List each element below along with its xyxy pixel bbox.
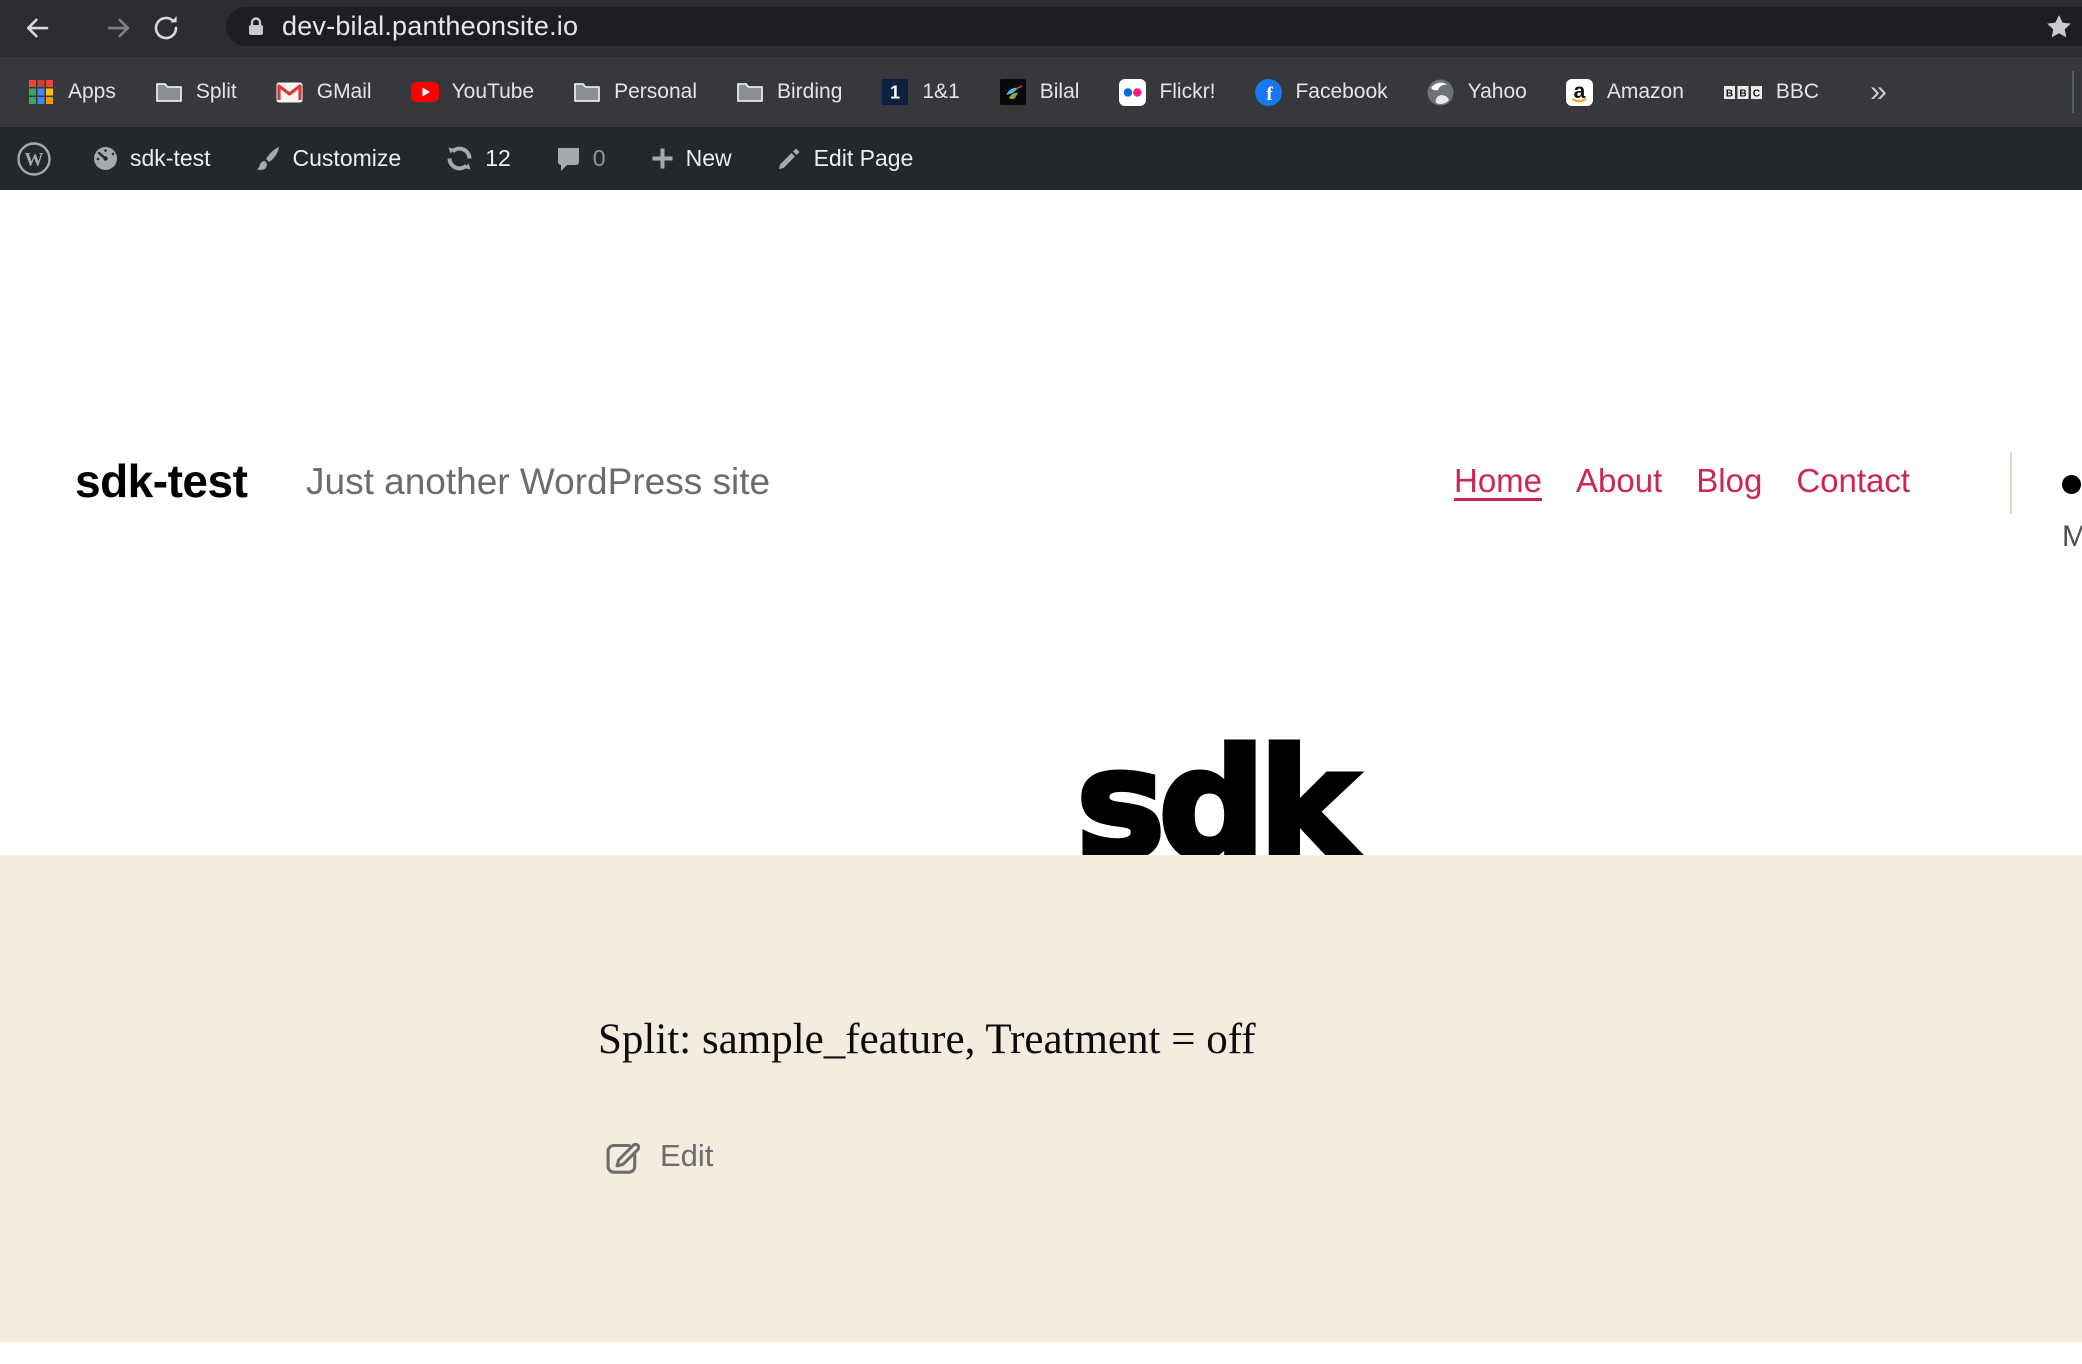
bookmarks-bar: Apps Split GMail YouTube Personal Birdin… bbox=[0, 57, 2082, 127]
plus-icon bbox=[650, 146, 675, 171]
admin-edit-page[interactable]: Edit Page bbox=[776, 145, 914, 172]
site-tagline: Just another WordPress site bbox=[306, 461, 770, 503]
bookmark-label: BBC bbox=[1776, 80, 1819, 104]
flickr-icon bbox=[1118, 78, 1146, 106]
bookmark-apps[interactable]: Apps bbox=[27, 78, 116, 106]
browser-toolbar: dev-bilal.pantheonsite.io bbox=[0, 0, 2082, 57]
site-title[interactable]: sdk-test bbox=[75, 454, 247, 508]
bookmark-label: 1&1 bbox=[922, 80, 959, 104]
admin-customize-label: Customize bbox=[293, 145, 402, 172]
hummingbird-icon bbox=[999, 78, 1027, 106]
bookmark-label: Split bbox=[196, 80, 237, 104]
youtube-icon bbox=[411, 78, 439, 106]
admin-site-name[interactable]: sdk-test bbox=[92, 145, 211, 172]
edit-post-link[interactable]: Edit bbox=[600, 1135, 713, 1177]
svg-text:B: B bbox=[1739, 88, 1746, 99]
menu-label-partial[interactable]: M bbox=[2062, 520, 2082, 554]
bookmark-personal[interactable]: Personal bbox=[573, 78, 697, 106]
bookmark-split[interactable]: Split bbox=[155, 78, 237, 106]
back-button[interactable] bbox=[16, 7, 58, 49]
reload-button[interactable] bbox=[145, 7, 187, 49]
edit-link-label: Edit bbox=[660, 1138, 713, 1174]
reload-icon bbox=[151, 13, 181, 43]
page-content-section: Split: sample_feature, Treatment = off E… bbox=[0, 855, 2082, 1342]
folder-icon bbox=[155, 78, 183, 106]
bookmark-1and1[interactable]: 1 1&1 bbox=[881, 78, 959, 106]
svg-text:1: 1 bbox=[890, 83, 900, 103]
header-divider bbox=[2010, 452, 2012, 514]
address-bar[interactable]: dev-bilal.pantheonsite.io bbox=[226, 7, 2082, 46]
bookmark-youtube[interactable]: YouTube bbox=[411, 78, 535, 106]
bookmarks-overflow-chevron[interactable]: » bbox=[1870, 75, 1887, 109]
split-treatment-text: Split: sample_feature, Treatment = off bbox=[598, 1015, 1256, 1064]
bookmark-label: Apps bbox=[68, 80, 116, 104]
gmail-icon bbox=[276, 78, 304, 106]
search-dot-icon[interactable] bbox=[2062, 475, 2081, 494]
bookmark-yahoo[interactable]: Yahoo bbox=[1427, 78, 1527, 106]
wp-logo-menu[interactable]: W bbox=[16, 141, 52, 177]
admin-updates-count: 12 bbox=[485, 145, 511, 172]
admin-new-label: New bbox=[686, 145, 732, 172]
bookmark-facebook[interactable]: f Facebook bbox=[1254, 78, 1387, 106]
bookmark-bilal[interactable]: Bilal bbox=[999, 78, 1080, 106]
bookmark-birding[interactable]: Birding bbox=[736, 78, 842, 106]
bookmark-label: Bilal bbox=[1040, 80, 1080, 104]
yahoo-globe-icon bbox=[1427, 78, 1455, 106]
url-text[interactable]: dev-bilal.pantheonsite.io bbox=[282, 11, 578, 42]
folder-icon bbox=[736, 78, 764, 106]
bookmark-gmail[interactable]: GMail bbox=[276, 78, 372, 106]
admin-edit-page-label: Edit Page bbox=[814, 145, 914, 172]
updates-icon bbox=[445, 144, 474, 173]
pencil-icon bbox=[776, 145, 803, 172]
svg-text:C: C bbox=[1753, 88, 1760, 99]
wp-admin-bar: W sdk-test Customize 12 0 New Edit Page bbox=[0, 127, 2082, 190]
forward-arrow-icon bbox=[104, 13, 134, 43]
bookmark-star-icon[interactable] bbox=[2044, 12, 2074, 46]
bbc-icon: BBC bbox=[1723, 78, 1763, 106]
bookmark-flickr[interactable]: Flickr! bbox=[1118, 78, 1215, 106]
bookmark-amazon[interactable]: a Amazon bbox=[1566, 78, 1684, 106]
nav-link-about[interactable]: About bbox=[1576, 462, 1662, 500]
main-navigation: Home About Blog Contact bbox=[1454, 462, 1910, 500]
edit-pencil-icon bbox=[600, 1135, 642, 1177]
bottom-strip bbox=[0, 1342, 2082, 1364]
svg-text:W: W bbox=[25, 149, 44, 170]
bookmark-label: YouTube bbox=[452, 80, 535, 104]
amazon-icon: a bbox=[1566, 78, 1594, 106]
bookmark-label: Personal bbox=[614, 80, 697, 104]
site-header: sdk-test Just another WordPress site Hom… bbox=[0, 190, 2082, 855]
folder-icon bbox=[573, 78, 601, 106]
admin-comments[interactable]: 0 bbox=[555, 145, 606, 172]
admin-comments-count: 0 bbox=[593, 145, 606, 172]
forward-button[interactable] bbox=[98, 7, 140, 49]
lock-icon[interactable] bbox=[244, 14, 268, 40]
bookmark-label: Flickr! bbox=[1159, 80, 1215, 104]
back-arrow-icon bbox=[22, 13, 52, 43]
nav-link-home[interactable]: Home bbox=[1454, 462, 1542, 500]
admin-new[interactable]: New bbox=[650, 145, 732, 172]
bookmark-bbc[interactable]: BBC BBC bbox=[1723, 78, 1819, 106]
bookmark-label: Birding bbox=[777, 80, 842, 104]
oneandone-icon: 1 bbox=[881, 78, 909, 106]
bookmark-label: Facebook bbox=[1295, 80, 1387, 104]
wordpress-logo-icon: W bbox=[16, 141, 52, 177]
svg-text:B: B bbox=[1726, 88, 1733, 99]
nav-link-contact[interactable]: Contact bbox=[1796, 462, 1910, 500]
nav-link-blog[interactable]: Blog bbox=[1696, 462, 1762, 500]
comment-bubble-icon bbox=[555, 145, 582, 172]
bookmarks-divider bbox=[2072, 71, 2074, 113]
admin-customize[interactable]: Customize bbox=[255, 145, 402, 172]
paintbrush-icon bbox=[255, 145, 282, 172]
bookmark-label: Yahoo bbox=[1468, 80, 1527, 104]
svg-text:f: f bbox=[1266, 84, 1273, 105]
admin-site-name-label: sdk-test bbox=[130, 145, 211, 172]
apps-grid-icon bbox=[27, 78, 55, 106]
bookmark-label: Amazon bbox=[1607, 80, 1684, 104]
dashboard-gauge-icon bbox=[92, 145, 119, 172]
facebook-icon: f bbox=[1254, 78, 1282, 106]
admin-updates[interactable]: 12 bbox=[445, 144, 511, 173]
bookmark-label: GMail bbox=[317, 80, 372, 104]
